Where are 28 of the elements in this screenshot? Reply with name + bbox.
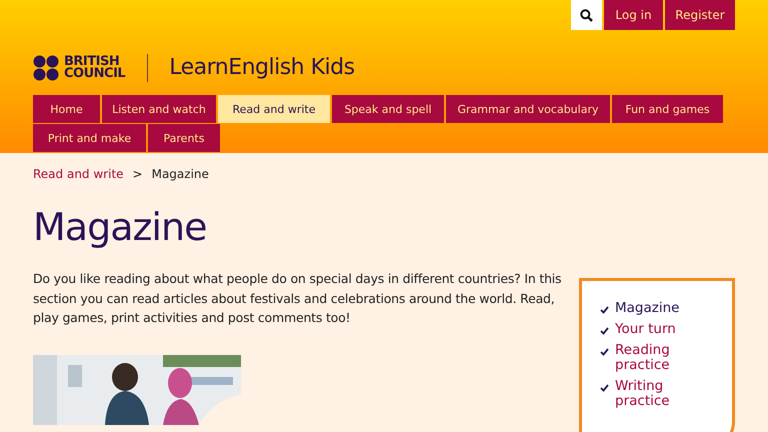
login-button[interactable]: Log in	[604, 0, 663, 30]
site-name[interactable]: LearnEnglish Kids	[169, 55, 355, 80]
breadcrumb-separator: >	[132, 167, 143, 181]
check-icon	[600, 383, 609, 392]
check-icon	[600, 305, 609, 314]
nav-tab[interactable]: Home	[33, 95, 100, 123]
check-icon	[600, 326, 609, 335]
nav-tab[interactable]: Speak and spell	[332, 95, 444, 123]
intro-paragraph: Do you like reading about what people do on special days in different countries? In this section you can read articles about festivals and celebrations around the world. Read, play games, print activities and post comments too!	[33, 270, 562, 327]
sidebar-link[interactable]: Reading practice	[600, 343, 722, 373]
search-button[interactable]	[571, 0, 602, 30]
nav-tab[interactable]: Print and make	[33, 124, 146, 152]
breadcrumb-link[interactable]: Read and write	[33, 167, 124, 181]
breadcrumb-current: Magazine	[152, 167, 209, 181]
sidebar-link[interactable]: Magazine	[600, 301, 722, 316]
check-icon	[600, 347, 609, 356]
search-icon	[580, 8, 593, 22]
nav-tab[interactable]: Grammar and vocabulary	[446, 95, 610, 123]
register-button[interactable]: Register	[665, 0, 735, 30]
nav-tab[interactable]: Listen and watch	[102, 95, 216, 123]
logo-icon	[33, 54, 59, 80]
sidebar-link[interactable]: Your turn	[600, 322, 722, 337]
sidebar-link[interactable]: Writing practice	[600, 379, 722, 409]
logo-text: BRITISH COUNCIL	[64, 56, 126, 80]
nav-tab[interactable]: Read and write	[218, 95, 330, 123]
nav-tab[interactable]: Parents	[148, 124, 220, 152]
nav-tab[interactable]: Fun and games	[612, 95, 723, 123]
page-title: Magazine	[33, 205, 208, 249]
